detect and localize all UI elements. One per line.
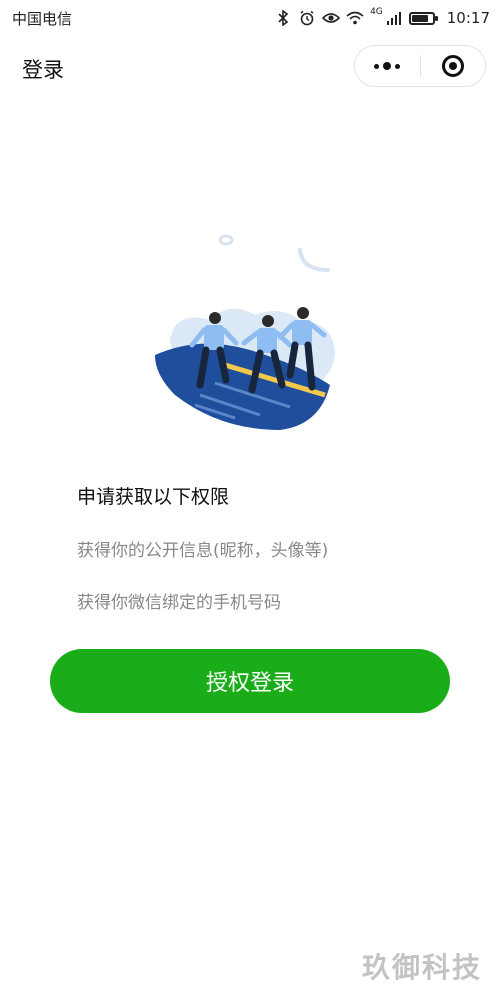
page-title: 登录 bbox=[22, 58, 64, 82]
permission-title: 申请获取以下权限 bbox=[77, 486, 230, 508]
more-button[interactable] bbox=[355, 46, 420, 86]
alarm-icon bbox=[298, 9, 316, 27]
bluetooth-icon bbox=[274, 9, 292, 27]
permission-item-phone: 获得你微信绑定的手机号码 bbox=[77, 593, 281, 613]
carrier-label: 中国电信 bbox=[12, 9, 73, 28]
running-team-illustration bbox=[155, 234, 335, 430]
status-bar: 中国电信 4G 10:17 bbox=[0, 0, 500, 36]
nav-bar: 登录 bbox=[0, 36, 500, 100]
eye-icon bbox=[322, 9, 341, 27]
close-button[interactable] bbox=[421, 46, 486, 86]
authorize-login-button[interactable]: 授权登录 bbox=[50, 649, 450, 713]
clock-label: 10:17 bbox=[446, 9, 490, 27]
more-dots-icon bbox=[374, 62, 401, 70]
close-target-icon bbox=[441, 55, 464, 77]
battery-level-fill bbox=[411, 14, 428, 22]
permission-item-profile: 获得你的公开信息(昵称，头像等) bbox=[77, 541, 329, 561]
battery-icon bbox=[408, 11, 438, 25]
status-icons: 4G 10:17 bbox=[274, 7, 490, 27]
network-type-label: 4G bbox=[370, 7, 383, 17]
watermark-logo: 玖御科技 bbox=[361, 951, 482, 984]
wifi-icon bbox=[346, 9, 364, 27]
miniprogram-capsule bbox=[354, 45, 486, 87]
signal-icon bbox=[385, 9, 403, 27]
